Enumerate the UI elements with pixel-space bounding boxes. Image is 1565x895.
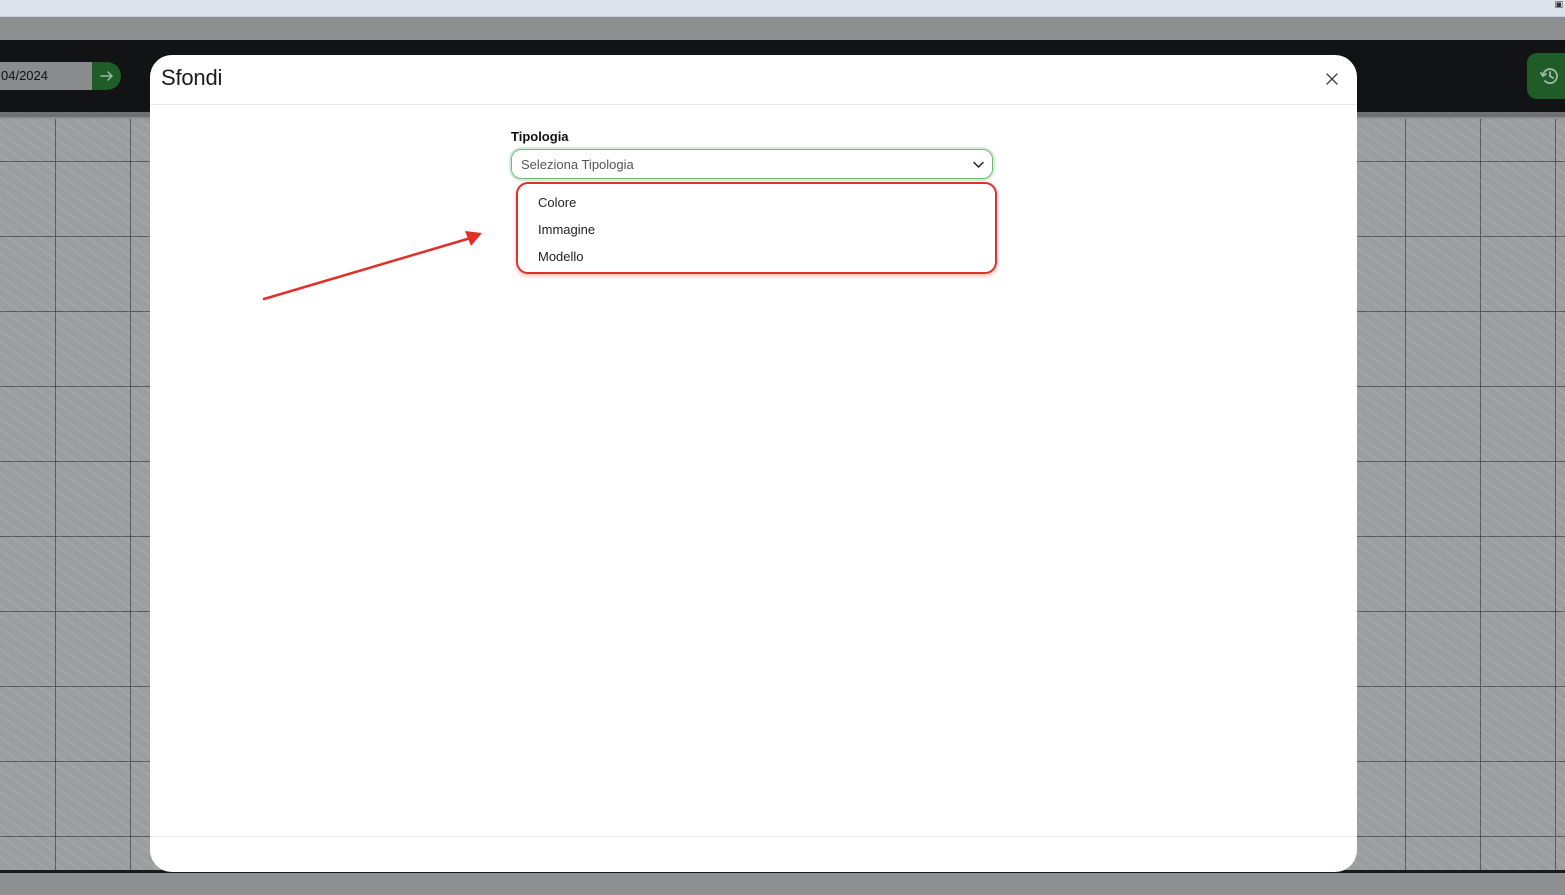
modal-header: Sfondi <box>150 55 1357 105</box>
option-modello[interactable]: Modello <box>538 249 584 264</box>
modal-title: Sfondi <box>161 65 223 90</box>
tipologia-label: Tipologia <box>511 129 569 144</box>
date-input[interactable]: 04/2024 <box>0 62 92 90</box>
browser-strip: ▣ <box>0 0 1565 17</box>
system-tray-icon: ▣ <box>1554 0 1563 10</box>
close-icon <box>1326 73 1338 85</box>
tipologia-select[interactable]: Seleziona Tipologia <box>511 149 993 179</box>
modal-footer-divider <box>150 836 1357 837</box>
backdrop-strip <box>0 17 1565 40</box>
date-go-button[interactable] <box>92 62 121 90</box>
history-button[interactable] <box>1527 53 1565 99</box>
tipologia-dropdown: Colore Immagine Modello <box>516 182 997 274</box>
history-icon <box>1540 68 1558 84</box>
backdrop-bottom <box>0 873 1565 895</box>
chevron-down-icon <box>973 161 984 168</box>
close-button[interactable] <box>1323 70 1341 88</box>
sfondi-modal: Sfondi Tipologia Seleziona Tipologia Col… <box>150 55 1357 872</box>
arrow-right-icon <box>99 71 113 81</box>
option-immagine[interactable]: Immagine <box>538 222 595 237</box>
option-colore[interactable]: Colore <box>538 195 576 210</box>
select-placeholder: Seleziona Tipologia <box>521 157 634 172</box>
